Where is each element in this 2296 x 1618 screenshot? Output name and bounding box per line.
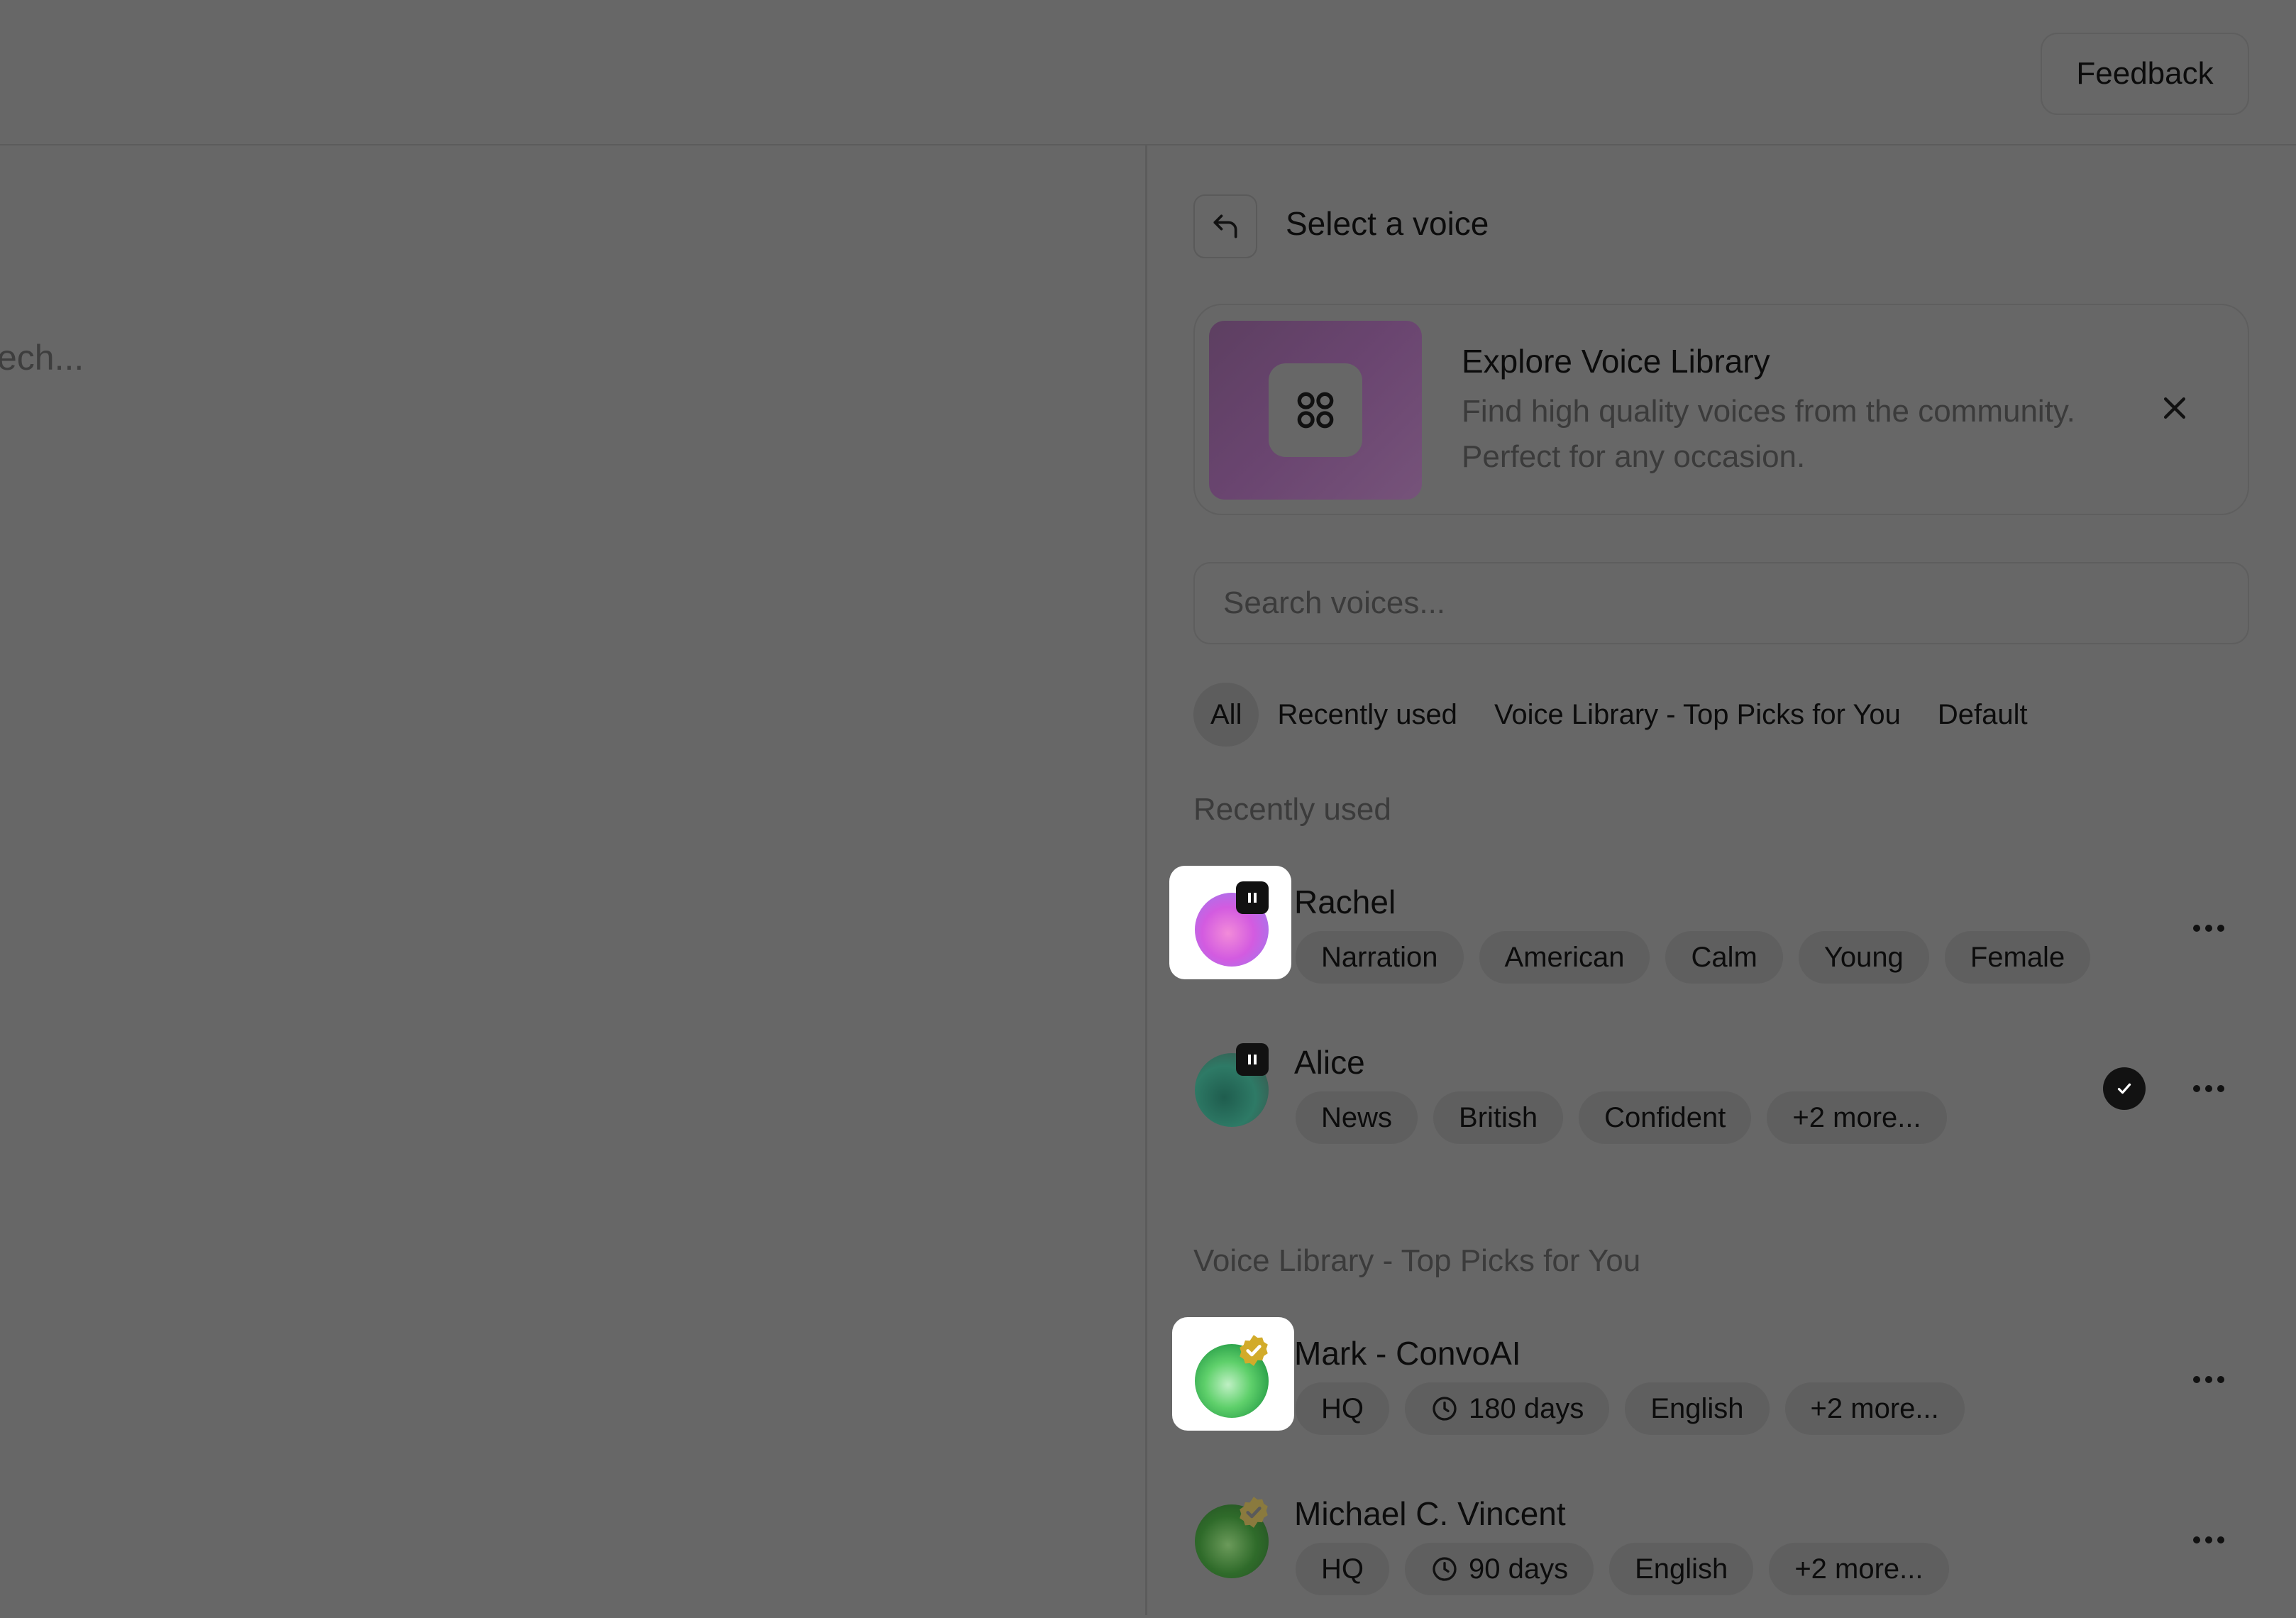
pause-icon <box>1248 893 1257 903</box>
pause-icon <box>1248 1055 1257 1064</box>
tag: Female <box>1944 931 2091 984</box>
tab-all[interactable]: All <box>1193 683 1259 747</box>
top-bar <box>0 0 2296 145</box>
back-arrow-icon <box>1213 214 1237 238</box>
tab-recently-used[interactable]: Recently used <box>1259 683 1475 747</box>
more-options-button[interactable] <box>2177 1067 2241 1110</box>
promo-icon-box <box>1269 363 1362 457</box>
section-label-recently-used: Recently used <box>1193 792 1391 827</box>
close-icon <box>2163 397 2186 419</box>
voice-name: Mark - ConvoAI <box>1294 1335 1521 1372</box>
grid-circles-icon <box>1297 392 1334 429</box>
tag-label: 90 days <box>1469 1553 1569 1585</box>
voice-row-rachel[interactable]: Rachel Narration American Calm Young Fem… <box>1169 864 2249 1006</box>
tag: Calm <box>1665 931 1783 984</box>
voice-tags: Narration American Calm Young Female <box>1296 931 2091 984</box>
search-voices-input[interactable] <box>1193 562 2249 644</box>
verified-icon <box>1240 1335 1268 1366</box>
pause-badge[interactable] <box>1236 1043 1269 1076</box>
editor-placeholder: ech... <box>0 338 84 378</box>
tag: English <box>1609 1543 1754 1595</box>
more-options-button[interactable] <box>2177 1358 2241 1401</box>
voice-tags: News British Confident +2 more... <box>1296 1091 1947 1144</box>
tag-duration: 90 days <box>1405 1543 1594 1595</box>
panel-title: Select a voice <box>1286 205 1489 242</box>
tag-label: 180 days <box>1469 1392 1584 1424</box>
clock-icon <box>1433 1397 1457 1421</box>
voice-row-alice[interactable]: Alice News British Confident +2 more... <box>1169 1025 2249 1167</box>
promo-description: Find high quality voices from the commun… <box>1462 394 2075 474</box>
voice-tags: HQ 180 days English +2 more... <box>1296 1382 1965 1435</box>
promo-close-button[interactable] <box>2150 383 2200 433</box>
tag: Narration <box>1296 931 1464 984</box>
promo-title: Explore Voice Library <box>1462 343 1770 380</box>
voice-library-promo[interactable]: Explore Voice Library Find high quality … <box>1193 304 2249 515</box>
tag: English <box>1625 1382 1770 1435</box>
filter-tabs: All Recently used Voice Library - Top Pi… <box>1193 683 2046 747</box>
tag: American <box>1479 931 1650 984</box>
section-label-voice-library: Voice Library - Top Picks for You <box>1193 1243 1641 1278</box>
back-button[interactable] <box>1193 194 1257 258</box>
tag: News <box>1296 1091 1418 1144</box>
tag: Confident <box>1579 1091 1752 1144</box>
tag: HQ <box>1296 1382 1389 1435</box>
ellipsis-icon <box>2193 925 2224 932</box>
voice-name: Alice <box>1294 1044 1365 1081</box>
check-icon <box>2117 1083 2131 1094</box>
promo-thumbnail <box>1209 321 1422 500</box>
voice-row-michael-c-vincent[interactable]: Michael C. Vincent HQ 90 days English +2… <box>1169 1476 2249 1618</box>
ellipsis-icon <box>2193 1085 2224 1092</box>
tag: HQ <box>1296 1543 1389 1595</box>
tab-default[interactable]: Default <box>1919 683 2046 747</box>
voice-row-mark-convoai[interactable]: Mark - ConvoAI HQ 180 days English +2 mo… <box>1169 1316 2249 1458</box>
tag: Young <box>1798 931 1929 984</box>
ellipsis-icon <box>2193 1376 2224 1383</box>
voice-tags: HQ 90 days English +2 more... <box>1296 1543 1949 1595</box>
pause-badge[interactable] <box>1236 881 1269 914</box>
tag-more[interactable]: +2 more... <box>1767 1091 1947 1144</box>
selected-check <box>2103 1067 2146 1110</box>
feedback-button[interactable]: Feedback <box>2041 33 2249 115</box>
more-options-button[interactable] <box>2177 907 2241 950</box>
voice-name: Michael C. Vincent <box>1294 1495 1566 1532</box>
tag-duration: 180 days <box>1405 1382 1610 1435</box>
tag-more[interactable]: +2 more... <box>1769 1543 1949 1595</box>
editor-area: ech... <box>0 145 1145 1615</box>
voice-name: Rachel <box>1294 884 1396 920</box>
tag: British <box>1433 1091 1564 1144</box>
tab-voice-library-top-picks[interactable]: Voice Library - Top Picks for You <box>1476 683 1919 747</box>
clock-icon <box>1433 1557 1457 1581</box>
tag-more[interactable]: +2 more... <box>1784 1382 1965 1435</box>
ellipsis-icon <box>2193 1536 2224 1543</box>
more-options-button[interactable] <box>2177 1519 2241 1561</box>
verified-icon <box>1240 1497 1268 1528</box>
